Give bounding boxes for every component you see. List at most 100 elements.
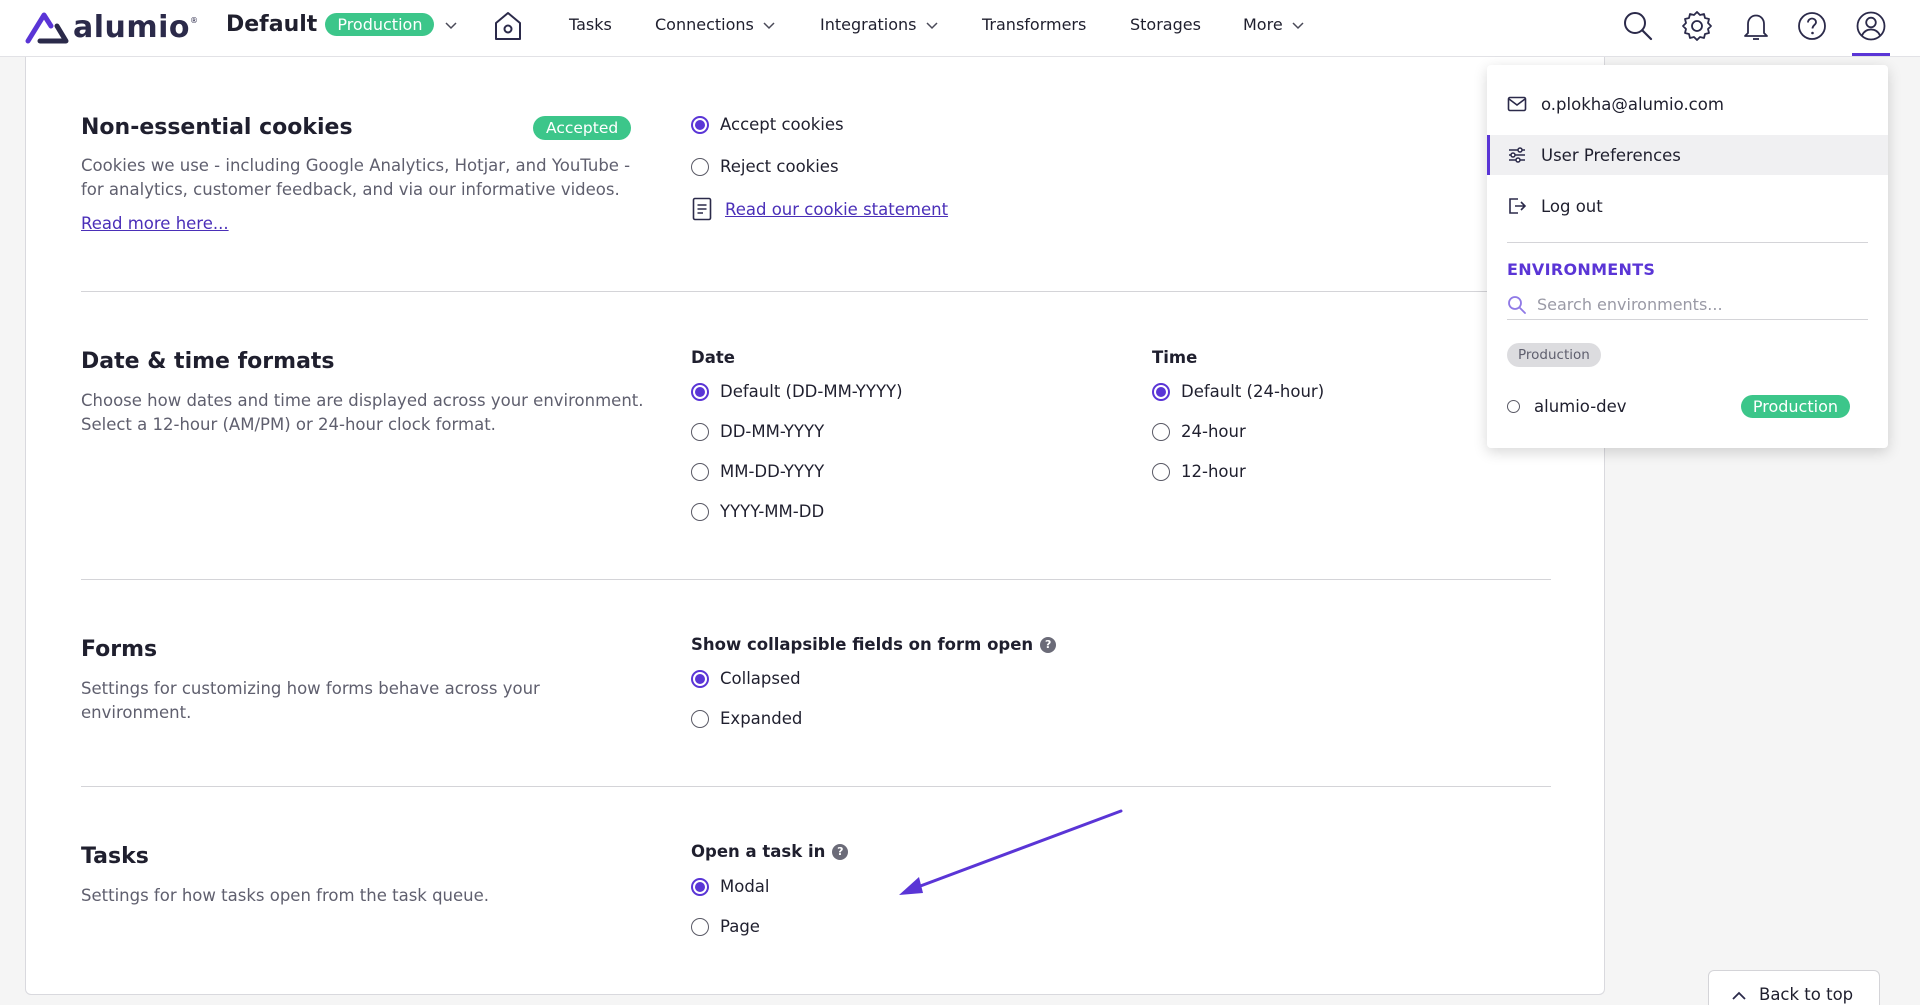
active-indicator [1852, 53, 1890, 56]
chevron-down-icon [1292, 21, 1304, 29]
collapsible-fields-group-label: Show collapsible fields on form open ? [691, 635, 1057, 654]
section-divider [81, 786, 1551, 787]
radio-forms-expanded[interactable]: Expanded [691, 709, 802, 728]
home-icon[interactable] [493, 10, 523, 42]
radio-task-modal[interactable]: Modal [691, 877, 770, 896]
logo-registered-mark: ® [190, 16, 199, 25]
radio-date-default[interactable]: Default (DD-MM-YYYY) [691, 382, 903, 401]
user-account-icon[interactable] [1855, 10, 1887, 42]
chevron-down-icon [445, 21, 457, 29]
radio-time-24-hour[interactable]: 24-hour [1152, 422, 1246, 441]
nav-connections-label: Connections [655, 15, 754, 34]
help-tooltip-icon[interactable]: ? [832, 843, 849, 860]
environment-search-input[interactable] [1537, 295, 1857, 314]
search-icon[interactable] [1622, 10, 1654, 42]
help-icon[interactable] [1796, 10, 1828, 42]
nav-tasks-label: Tasks [569, 15, 612, 34]
help-tooltip-icon[interactable]: ? [1040, 636, 1057, 653]
alumio-logo[interactable]: alumio ® [24, 10, 198, 45]
radio-selected-indicator [1152, 382, 1170, 401]
nav-integrations[interactable]: Integrations [820, 15, 939, 34]
radio-label: MM-DD-YYYY [720, 462, 825, 481]
environment-name: Default [226, 12, 318, 37]
radio-label: Expanded [720, 709, 803, 728]
radio-time-12-hour[interactable]: 12-hour [1152, 462, 1246, 481]
environment-radio [1507, 400, 1520, 413]
radio-indicator [1152, 422, 1170, 441]
chevron-down-icon [763, 21, 775, 29]
logo-text: alumio [73, 10, 191, 45]
environment-option[interactable]: alumio-dev Production [1507, 395, 1868, 418]
section-description-forms: Settings for customizing how forms behav… [81, 677, 540, 725]
radio-indicator [691, 462, 709, 481]
radio-indicator [691, 502, 709, 521]
datetime-description-line-2: Select a 12-hour (AM/PM) or 24-hour cloc… [81, 415, 496, 434]
section-title-tasks: Tasks [81, 844, 149, 869]
back-to-top-label: Back to top [1759, 985, 1854, 1004]
radio-date-mm-dd-yyyy[interactable]: MM-DD-YYYY [691, 462, 824, 481]
radio-label: Modal [720, 877, 770, 896]
mail-icon [1507, 96, 1527, 112]
radio-selected-indicator [691, 115, 709, 134]
cookies-description-line-2: for analytics, customer feedback, and vi… [81, 180, 620, 199]
section-description-cookies: Cookies we use - including Google Analyt… [81, 154, 630, 202]
section-title-cookies: Non-essential cookies [81, 115, 353, 140]
logout-icon [1509, 198, 1527, 214]
nav-storages-label: Storages [1130, 15, 1201, 34]
environment-switcher[interactable]: Default Production [226, 12, 458, 37]
radio-label: Collapsed [720, 669, 801, 688]
environment-search[interactable] [1507, 290, 1868, 320]
nav-transformers[interactable]: Transformers [982, 15, 1086, 34]
radio-indicator [691, 157, 709, 176]
search-icon [1508, 295, 1526, 314]
cookie-statement-link[interactable]: Read our cookie statement [725, 200, 948, 219]
radio-label: 24-hour [1181, 422, 1246, 441]
nav-storages[interactable]: Storages [1130, 15, 1201, 34]
document-icon [692, 197, 712, 221]
time-group-label: Time [1152, 348, 1198, 367]
radio-indicator [691, 709, 709, 728]
user-menu-dropdown: o.plokha@alumio.com User Preferences Log… [1487, 65, 1888, 448]
radio-task-page[interactable]: Page [691, 917, 760, 936]
radio-label: Reject cookies [720, 157, 839, 176]
annotation-arrow [899, 809, 1123, 895]
chevron-down-icon [925, 21, 938, 29]
cookies-description-line-1: Cookies we use - including Google Analyt… [81, 156, 631, 175]
alumio-logo-icon [25, 12, 69, 43]
radio-label: Default (DD-MM-YYYY) [720, 382, 903, 401]
logout-item[interactable]: Log out [1487, 186, 1888, 226]
nav-tasks[interactable]: Tasks [569, 15, 612, 34]
nav-connections[interactable]: Connections [655, 15, 776, 34]
radio-label: YYYY-MM-DD [720, 502, 825, 521]
radio-label: 12-hour [1181, 462, 1246, 481]
radio-label: Default (24-hour) [1181, 382, 1325, 401]
radio-label: DD-MM-YYYY [720, 422, 825, 441]
radio-date-yyyy-mm-dd[interactable]: YYYY-MM-DD [691, 502, 824, 521]
datetime-description-line-1: Choose how dates and time are displayed … [81, 391, 644, 410]
back-to-top-button[interactable]: Back to top [1708, 970, 1880, 1005]
nav-transformers-label: Transformers [982, 15, 1087, 34]
radio-indicator [691, 422, 709, 441]
radio-selected-indicator [691, 382, 709, 401]
environment-option-badge: Production [1740, 395, 1850, 418]
radio-indicator [691, 917, 709, 936]
radio-accept-cookies[interactable]: Accept cookies [691, 115, 844, 134]
environment-badge: Production [325, 13, 435, 36]
radio-forms-collapsed[interactable]: Collapsed [691, 669, 801, 688]
cookies-status-badge: Accepted [533, 116, 632, 140]
section-title-datetime: Date & time formats [81, 349, 335, 374]
user-preferences-item[interactable]: User Preferences [1487, 135, 1888, 175]
open-task-group-label: Open a task in ? [691, 842, 849, 861]
section-divider [81, 579, 1551, 580]
user-email-item[interactable]: o.plokha@alumio.com [1487, 84, 1888, 124]
environment-group-chip: Production [1507, 343, 1601, 367]
radio-time-default[interactable]: Default (24-hour) [1152, 382, 1324, 401]
radio-date-dd-mm-yyyy[interactable]: DD-MM-YYYY [691, 422, 824, 441]
gear-icon[interactable] [1681, 10, 1713, 42]
read-more-link[interactable]: Read more here... [81, 214, 229, 233]
bell-icon[interactable] [1740, 10, 1772, 42]
chevron-up-icon [1732, 991, 1746, 1000]
radio-reject-cookies[interactable]: Reject cookies [691, 157, 839, 176]
nav-more[interactable]: More [1243, 15, 1305, 34]
radio-indicator [1152, 462, 1170, 481]
